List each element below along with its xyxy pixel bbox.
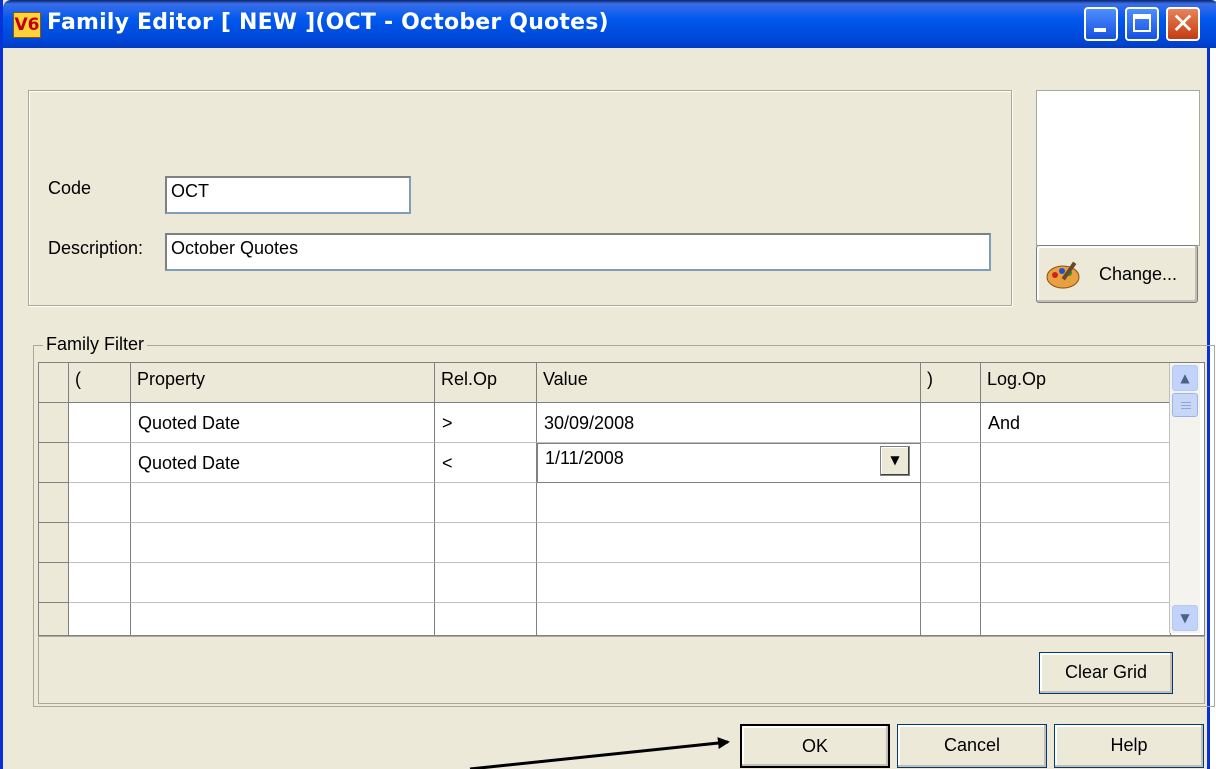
maximize-icon — [1133, 14, 1151, 32]
palette-icon — [1046, 261, 1080, 289]
grid-vertical-scrollbar[interactable]: ▲ ▼ — [1169, 363, 1200, 633]
empty-cell[interactable] — [435, 603, 537, 635]
empty-cell[interactable] — [131, 483, 435, 523]
ok-button[interactable]: OK — [740, 724, 890, 768]
scroll-up-button[interactable]: ▲ — [1172, 365, 1198, 391]
cell-value[interactable]: 30/09/2008 — [537, 403, 921, 443]
description-label: Description: — [48, 238, 144, 258]
row-header[interactable] — [39, 483, 69, 523]
cancel-label: Cancel — [943, 735, 1001, 755]
help-button[interactable]: Help — [1054, 724, 1204, 768]
empty-cell[interactable] — [435, 523, 537, 563]
empty-cell[interactable] — [435, 563, 537, 603]
minimize-button[interactable] — [1084, 7, 1118, 41]
cell-property[interactable]: Quoted Date — [131, 403, 435, 443]
cell-relop[interactable]: > — [435, 403, 537, 443]
empty-cell[interactable] — [537, 603, 921, 635]
empty-cell[interactable] — [69, 483, 131, 523]
app-icon: V6 — [13, 12, 41, 38]
column-header-close-paren[interactable]: ) — [921, 363, 981, 403]
column-header-logop[interactable]: Log.Op — [981, 363, 1171, 403]
cell-open-paren[interactable] — [69, 403, 131, 443]
cell-property[interactable]: Quoted Date — [131, 443, 435, 483]
close-icon: ✕ — [1171, 7, 1195, 40]
column-header-property[interactable]: Property — [131, 363, 435, 403]
family-filter-label: Family Filter — [43, 334, 147, 355]
cancel-button[interactable]: Cancel — [897, 724, 1047, 768]
row-header[interactable] — [39, 403, 69, 443]
empty-cell[interactable] — [131, 563, 435, 603]
cell-value-editor[interactable]: 1/11/2008 — [537, 443, 921, 483]
family-editor-window: V6 Family Editor [ NEW ](OCT - October Q… — [0, 0, 1216, 769]
cell-close-paren[interactable] — [921, 403, 981, 443]
description-field[interactable]: October Quotes — [165, 233, 991, 271]
empty-cell[interactable] — [981, 603, 1171, 635]
code-label: Code — [48, 178, 92, 198]
minimize-icon — [1094, 28, 1106, 32]
empty-cell[interactable] — [921, 523, 981, 563]
row-header[interactable] — [39, 523, 69, 563]
change-image-button[interactable]: Change... — [1036, 245, 1198, 303]
close-button[interactable]: ✕ — [1166, 7, 1200, 41]
value-dropdown-button[interactable]: ▼ — [880, 446, 910, 476]
cell-logop[interactable]: And — [981, 403, 1171, 443]
column-header-relop[interactable]: Rel.Op — [435, 363, 537, 403]
cell-close-paren[interactable] — [921, 443, 981, 483]
clear-grid-label: Clear Grid — [1064, 662, 1148, 682]
scroll-down-icon: ▼ — [1180, 611, 1190, 625]
scroll-up-icon: ▲ — [1180, 371, 1190, 385]
empty-cell[interactable] — [537, 483, 921, 523]
empty-cell[interactable] — [537, 523, 921, 563]
filter-grid[interactable]: ( Property Rel.Op Value ) Log.Op Quoted … — [38, 362, 1205, 636]
code-field[interactable]: OCT — [165, 176, 411, 214]
ok-label: OK — [801, 736, 828, 756]
column-header-value[interactable]: Value — [537, 363, 921, 403]
empty-cell[interactable] — [921, 563, 981, 603]
cell-relop[interactable]: < — [435, 443, 537, 483]
cell-logop[interactable] — [981, 443, 1171, 483]
empty-cell[interactable] — [435, 483, 537, 523]
grid-footer — [38, 636, 1205, 704]
empty-cell[interactable] — [981, 483, 1171, 523]
empty-cell[interactable] — [981, 563, 1171, 603]
dropdown-arrow-icon: ▼ — [890, 453, 900, 467]
row-header[interactable] — [39, 443, 69, 483]
empty-cell[interactable] — [921, 603, 981, 635]
cell-open-paren[interactable] — [69, 443, 131, 483]
row-header[interactable] — [39, 603, 69, 635]
grid-corner — [39, 363, 69, 403]
empty-cell[interactable] — [69, 563, 131, 603]
empty-cell[interactable] — [131, 603, 435, 635]
help-label: Help — [1110, 735, 1148, 755]
empty-cell[interactable] — [981, 523, 1171, 563]
clear-grid-button[interactable]: Clear Grid — [1039, 652, 1173, 694]
scroll-thumb[interactable] — [1172, 393, 1198, 417]
change-button-label: Change... — [1099, 264, 1178, 284]
window-title: Family Editor [ NEW ](OCT - October Quot… — [47, 10, 609, 35]
row-header[interactable] — [39, 563, 69, 603]
scroll-down-button[interactable]: ▼ — [1172, 605, 1198, 631]
maximize-button[interactable] — [1125, 7, 1159, 41]
family-image-preview — [1036, 90, 1200, 246]
column-header-open-paren[interactable]: ( — [69, 363, 131, 403]
empty-cell[interactable] — [69, 603, 131, 635]
title-bar[interactable]: V6 Family Editor [ NEW ](OCT - October Q… — [3, 0, 1216, 48]
empty-cell[interactable] — [537, 563, 921, 603]
empty-cell[interactable] — [921, 483, 981, 523]
empty-cell[interactable] — [69, 523, 131, 563]
empty-cell[interactable] — [131, 523, 435, 563]
